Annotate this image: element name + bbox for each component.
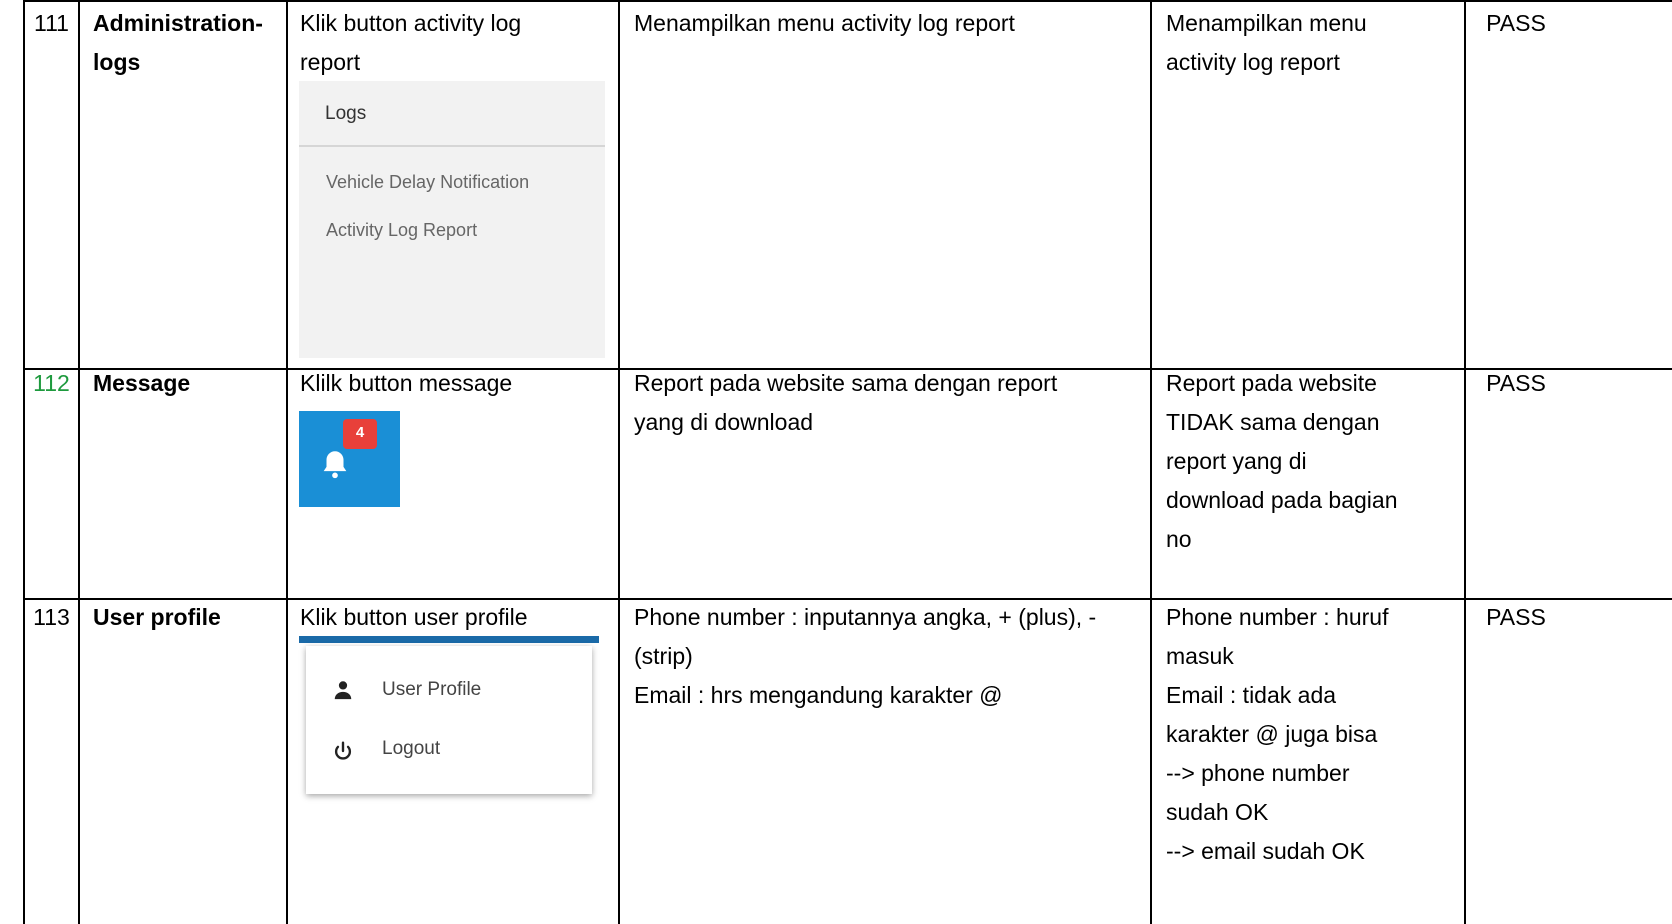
status-badge: PASS: [1486, 10, 1546, 36]
row-number: 112: [33, 370, 70, 396]
menu-item-vehicle-delay: Vehicle Delay Notification: [326, 172, 530, 192]
actual-result: Menampilkan menu activity log report: [1166, 10, 1367, 75]
expected-result: Report pada website sama dengan report y…: [634, 370, 1058, 435]
menu-item-user-profile: User Profile: [382, 679, 482, 700]
status-badge: PASS: [1486, 604, 1546, 630]
table-border: [286, 0, 288, 924]
test-action: Klik button user profile: [300, 604, 528, 630]
table-border: [78, 0, 80, 924]
notification-count-badge: 4: [343, 419, 377, 449]
divider: [299, 145, 605, 147]
feature-name: User profile: [93, 604, 221, 630]
expected-result: Menampilkan menu activity log report: [634, 10, 1015, 36]
menu-item-logout: Logout: [382, 738, 441, 759]
row-number: 113: [33, 604, 70, 630]
menu-item-activity-log: Activity Log Report: [326, 220, 478, 240]
table-border: [1150, 0, 1152, 924]
row-number: 111: [34, 10, 69, 36]
test-action: Klik button activity log report: [300, 10, 522, 75]
expected-result: Phone number : inputannya angka, + (plus…: [634, 604, 1097, 708]
bell-icon: [323, 451, 347, 479]
actual-result: Report pada website TIDAK sama dengan re…: [1166, 370, 1398, 552]
feature-name: Message: [93, 370, 191, 396]
header-bar-screenshot: [299, 636, 599, 643]
logs-menu-screenshot: Logs Vehicle Delay Notification Activity…: [299, 81, 605, 358]
status-badge: PASS: [1486, 370, 1546, 396]
message-button-screenshot: 4: [299, 411, 400, 507]
test-action: Klilk button message: [300, 370, 513, 396]
power-icon: [334, 741, 352, 760]
table-border: [23, 0, 1672, 2]
user-icon: [334, 681, 352, 700]
user-profile-menu-screenshot: User Profile Logout: [306, 646, 592, 794]
logs-menu-title: Logs: [325, 103, 367, 124]
table-border: [23, 0, 25, 924]
table-border: [1464, 0, 1466, 924]
actual-result: Phone number : huruf masuk Email : tidak…: [1166, 604, 1389, 864]
feature-name: Administration- logs: [93, 10, 263, 75]
table-border: [618, 0, 620, 924]
